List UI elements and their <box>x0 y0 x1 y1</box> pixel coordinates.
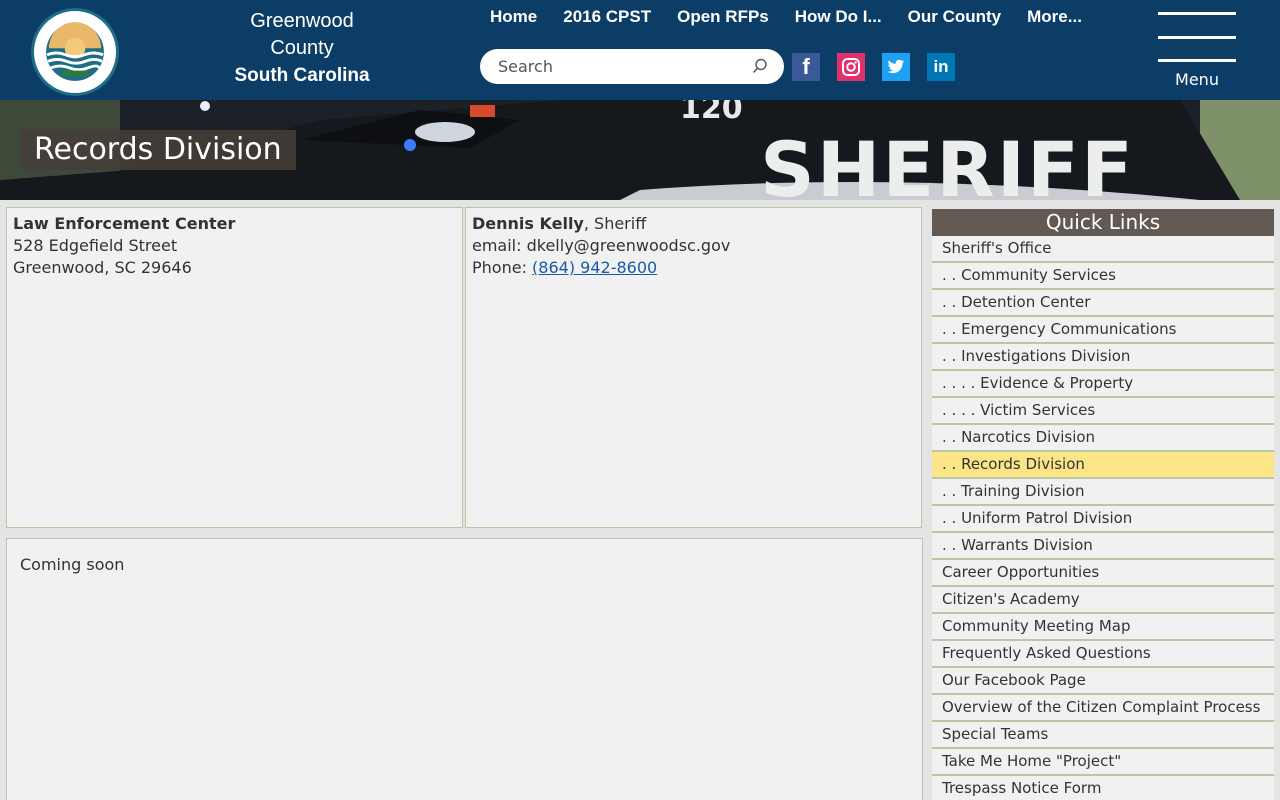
contact-phone-line: Phone: (864) 942-8600 <box>472 257 915 279</box>
content-text: Coming soon <box>20 555 125 574</box>
quick-link-item[interactable]: . . Narcotics Division <box>932 425 1274 452</box>
site-header: Greenwood County South Carolina Home 201… <box>0 0 1280 100</box>
quick-link-item[interactable]: Take Me Home "Project" <box>932 749 1274 776</box>
contact-panel: Dennis Kelly, Sheriff email: dkelly@gree… <box>465 207 922 528</box>
quick-link-item[interactable]: . . Community Services <box>932 263 1274 290</box>
instagram-glyph <box>842 58 860 76</box>
quick-link-item[interactable]: . . Detention Center <box>932 290 1274 317</box>
quick-link-item[interactable]: . . Training Division <box>932 479 1274 506</box>
car-sheriff-text: SHERIFF <box>760 125 1135 200</box>
county-line-1: Greenwood <box>250 10 354 32</box>
nav-more[interactable]: More... <box>1014 6 1095 28</box>
search-input[interactable] <box>480 57 730 76</box>
menu-bar-middle <box>1158 36 1236 39</box>
quick-link-item[interactable]: Citizen's Academy <box>932 587 1274 614</box>
quick-link-item[interactable]: Our Facebook Page <box>932 668 1274 695</box>
menu-bar-top <box>1158 12 1236 15</box>
quick-link-item[interactable]: . . Warrants Division <box>932 533 1274 560</box>
facebook-glyph: f <box>802 54 810 79</box>
menu-label: Menu <box>1175 70 1219 89</box>
quick-link-item[interactable]: Frequently Asked Questions <box>932 641 1274 668</box>
car-number-text: 120 <box>680 100 743 126</box>
instagram-icon[interactable] <box>837 53 865 81</box>
nav-our-county[interactable]: Our County <box>895 6 1015 28</box>
seal-graphic <box>35 12 115 92</box>
quick-link-item[interactable]: . . Investigations Division <box>932 344 1274 371</box>
quick-links-sidebar: Quick Links Sheriff's Office. . Communit… <box>932 209 1274 800</box>
quick-link-item[interactable]: Career Opportunities <box>932 560 1274 587</box>
linkedin-glyph: in <box>933 57 949 76</box>
phone-label: Phone: <box>472 258 533 277</box>
quick-link-item[interactable]: . . . . Evidence & Property <box>932 371 1274 398</box>
quick-link-item-active[interactable]: . . Records Division <box>932 452 1274 479</box>
hero-banner: 120 SHERIFF Records Division <box>0 100 1280 200</box>
quick-link-item[interactable]: Sheriff's Office <box>932 236 1274 263</box>
county-line-2: County <box>270 37 334 59</box>
county-title[interactable]: Greenwood County South Carolina <box>222 8 382 89</box>
twitter-glyph <box>887 59 905 74</box>
linkedin-icon[interactable]: in <box>927 53 955 81</box>
email-label: email: <box>472 236 527 255</box>
quick-link-item[interactable]: Community Meeting Map <box>932 614 1274 641</box>
main-content-panel: Coming soon <box>6 538 923 800</box>
county-seal-logo[interactable] <box>31 8 119 96</box>
city-state-zip: Greenwood, SC 29646 <box>13 258 192 277</box>
nav-2016-cpst[interactable]: 2016 CPST <box>550 6 664 28</box>
contact-person-line: Dennis Kelly, Sheriff <box>472 213 915 235</box>
email-address: dkelly@greenwoodsc.gov <box>526 236 731 255</box>
search-box <box>480 49 784 84</box>
address-panel: Law Enforcement Center 528 Edgefield Str… <box>6 207 463 528</box>
contact-email-line: email: dkelly@greenwoodsc.gov <box>472 235 915 257</box>
facebook-icon[interactable]: f <box>792 53 820 81</box>
hamburger-menu-button[interactable]: Menu <box>1158 12 1236 92</box>
contact-title: , Sheriff <box>583 214 647 233</box>
county-line-3: South Carolina <box>234 65 370 86</box>
quick-link-item[interactable]: Overview of the Citizen Complaint Proces… <box>932 695 1274 722</box>
quick-link-item[interactable]: . . . . Victim Services <box>932 398 1274 425</box>
nav-open-rfps[interactable]: Open RFPs <box>664 6 782 28</box>
phone-link[interactable]: (864) 942-8600 <box>532 258 657 277</box>
quick-link-item[interactable]: . . Emergency Communications <box>932 317 1274 344</box>
menu-bar-bottom <box>1158 59 1236 62</box>
quick-links-heading: Quick Links <box>932 209 1274 236</box>
quick-links-list: Sheriff's Office. . Community Services. … <box>932 236 1274 800</box>
search-icon[interactable] <box>752 58 768 74</box>
page-title: Records Division <box>20 130 296 170</box>
nav-home[interactable]: Home <box>477 6 550 28</box>
contact-name: Dennis Kelly <box>472 214 584 233</box>
location-name: Law Enforcement Center <box>13 214 236 233</box>
street-address: 528 Edgefield Street <box>13 236 178 255</box>
quick-link-item[interactable]: Special Teams <box>932 722 1274 749</box>
nav-how-do-i[interactable]: How Do I... <box>782 6 895 28</box>
quick-link-item[interactable]: Trespass Notice Form <box>932 776 1274 800</box>
twitter-icon[interactable] <box>882 53 910 81</box>
quick-link-item[interactable]: . . Uniform Patrol Division <box>932 506 1274 533</box>
top-navigation: Home 2016 CPST Open RFPs How Do I... Our… <box>477 6 1095 28</box>
